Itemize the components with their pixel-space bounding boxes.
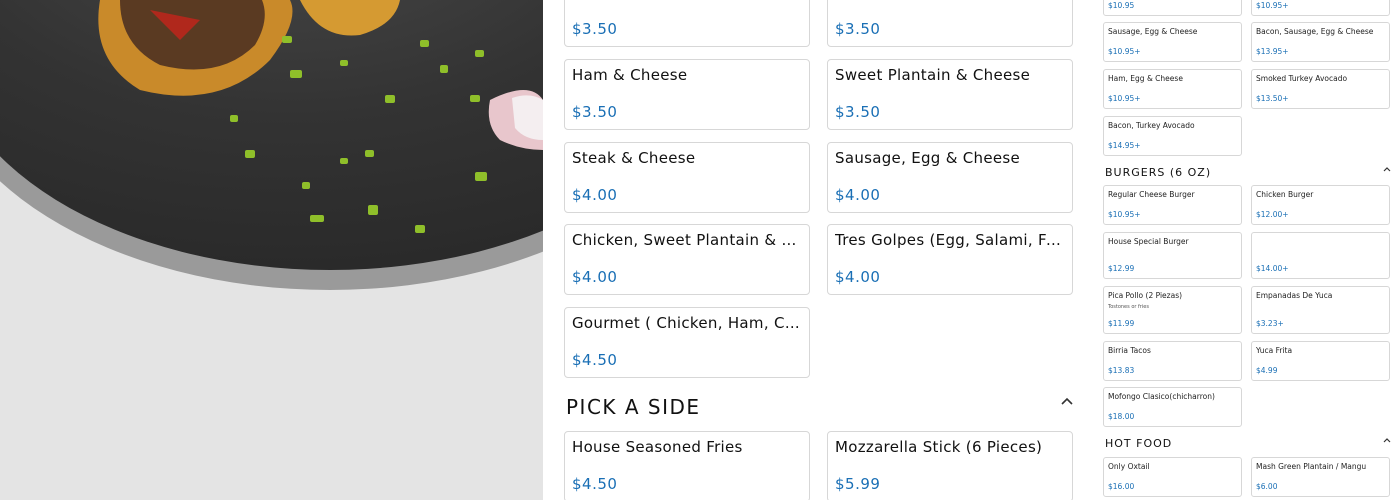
item-price: $3.23+ [1256, 319, 1284, 328]
item-name: Chicken Burger [1256, 190, 1314, 199]
menu-item-card[interactable]: Yuca Frita $4.99 [1251, 341, 1390, 381]
item-name: Tres Golpes (Egg, Salami, Fried Cheese) [835, 231, 1066, 249]
item-price: $18.00 [1108, 412, 1135, 421]
item-price: $12.00+ [1256, 210, 1289, 219]
item-name: Pica Pollo (2 Piezas) [1108, 291, 1183, 300]
section-title-burgers: BURGERS (6 OZ) [1105, 166, 1212, 179]
item-name: Chicken, Sweet Plantain & Cheese [572, 231, 803, 249]
item-name: Birria Tacos [1108, 346, 1151, 355]
item-price: $10.95 [1108, 1, 1135, 10]
menu-item-card[interactable]: $3.50 [564, 0, 810, 47]
item-name: Mozzarella Stick (6 Pieces) [835, 438, 1043, 456]
menu-item-card[interactable]: Smoked Turkey Avocado $13.50+ [1251, 69, 1390, 109]
item-price: $4.00 [835, 186, 881, 204]
item-price: $3.50 [835, 20, 881, 38]
item-price: $3.50 [835, 103, 881, 121]
food-photo-image [0, 0, 543, 500]
menu-item-card[interactable]: Mofongo Clasico(chicharron) $18.00 [1103, 387, 1242, 427]
menu-item-card[interactable]: $14.00+ [1251, 232, 1390, 279]
item-name: Yuca Frita [1256, 346, 1293, 355]
menu-item-card[interactable]: Bacon, Sausage, Egg & Cheese $13.95+ [1251, 22, 1390, 62]
item-price: $16.00 [1108, 482, 1135, 491]
item-price: $13.95+ [1256, 47, 1289, 56]
menu-item-card[interactable]: Empanadas De Yuca $3.23+ [1251, 286, 1390, 334]
item-price: $4.99 [1256, 366, 1278, 375]
item-price: $14.00+ [1256, 264, 1289, 273]
section-title-hot-food: HOT FOOD [1105, 437, 1173, 450]
item-name: Sausage, Egg & Cheese [835, 149, 1021, 167]
item-name: Sausage, Egg & Cheese [1108, 27, 1198, 36]
item-name: Smoked Turkey Avocado [1256, 74, 1348, 83]
item-price: $4.50 [572, 351, 618, 369]
item-price: $10.95+ [1256, 1, 1289, 10]
item-price: $4.00 [835, 268, 881, 286]
item-price: $4.00 [572, 268, 618, 286]
item-price: $3.50 [572, 103, 618, 121]
item-name: Bacon, Turkey Avocado [1108, 121, 1195, 130]
menu-item-card[interactable]: Birria Tacos $13.83 [1103, 341, 1242, 381]
item-price: $12.99 [1108, 264, 1135, 273]
menu-item-card[interactable]: Chicken, Sweet Plantain & Cheese $4.00 [564, 224, 810, 295]
menu-item-card[interactable]: House Seasoned Fries $4.50 [564, 431, 810, 500]
item-name: Regular Cheese Burger [1108, 190, 1195, 199]
menu-item-card[interactable]: Sweet Plantain & Cheese $3.50 [827, 59, 1073, 130]
item-price: $4.00 [572, 186, 618, 204]
chevron-up-icon[interactable] [1383, 166, 1391, 173]
item-name: Mofongo Clasico(chicharron) [1108, 392, 1215, 401]
item-name: Ham, Egg & Cheese [1108, 74, 1183, 83]
chevron-up-icon[interactable] [1383, 437, 1391, 444]
menu-item-card[interactable]: Sausage, Egg & Cheese $4.00 [827, 142, 1073, 213]
item-price: $5.99 [835, 475, 881, 493]
item-name: Ham & Cheese [572, 66, 688, 84]
item-price: $4.50 [572, 475, 618, 493]
menu-item-card[interactable]: House Special Burger $12.99 [1103, 232, 1242, 279]
menu-item-card[interactable]: Only Oxtail $16.00 [1103, 457, 1242, 497]
item-name: Only Oxtail [1108, 462, 1150, 471]
menu-item-card[interactable]: Gourmet ( Chicken, Ham, Corn & Cheese) $… [564, 307, 810, 378]
item-price: $11.99 [1108, 319, 1135, 328]
item-price: $14.95+ [1108, 141, 1141, 150]
item-name: Steak & Cheese [572, 149, 696, 167]
menu-page: $3.50 $3.50 Ham & Cheese $3.50 Sweet Pla… [0, 0, 1400, 500]
item-name: Bacon, Sausage, Egg & Cheese [1256, 27, 1374, 36]
item-price: $10.95+ [1108, 47, 1141, 56]
menu-item-card[interactable]: $3.50 [827, 0, 1073, 47]
item-description: Tostones or fries [1108, 304, 1149, 310]
item-price: $3.50 [572, 20, 618, 38]
menu-item-card[interactable]: $10.95 [1103, 0, 1242, 16]
menu-item-card[interactable]: Bacon, Turkey Avocado $14.95+ [1103, 116, 1242, 156]
item-name: Mash Green Plantain / Mangu [1256, 462, 1367, 471]
food-photo [0, 0, 543, 500]
menu-item-card[interactable]: Steak & Cheese $4.00 [564, 142, 810, 213]
menu-item-card[interactable]: Mash Green Plantain / Mangu $6.00 [1251, 457, 1390, 497]
chevron-up-icon[interactable] [1061, 396, 1073, 406]
menu-item-card[interactable]: Ham & Cheese $3.50 [564, 59, 810, 130]
menu-item-card[interactable]: Sausage, Egg & Cheese $10.95+ [1103, 22, 1242, 62]
menu-item-card[interactable]: Chicken Burger $12.00+ [1251, 185, 1390, 225]
menu-item-card[interactable]: $10.95+ [1251, 0, 1390, 16]
section-title-pick-a-side: PICK A SIDE [566, 395, 701, 419]
menu-right-column: $10.95 $10.95+ Sausage, Egg & Cheese $10… [1098, 0, 1400, 500]
menu-item-card[interactable]: Mozzarella Stick (6 Pieces) $5.99 [827, 431, 1073, 500]
menu-item-card[interactable]: Ham, Egg & Cheese $10.95+ [1103, 69, 1242, 109]
item-name: House Seasoned Fries [572, 438, 743, 456]
menu-item-card[interactable]: Pica Pollo (2 Piezas) Tostones or fries … [1103, 286, 1242, 334]
menu-middle-column: $3.50 $3.50 Ham & Cheese $3.50 Sweet Pla… [543, 0, 1098, 500]
menu-item-card[interactable]: Tres Golpes (Egg, Salami, Fried Cheese) … [827, 224, 1073, 295]
menu-item-card[interactable]: Regular Cheese Burger $10.95+ [1103, 185, 1242, 225]
item-price: $13.83 [1108, 366, 1135, 375]
item-name: House Special Burger [1108, 237, 1189, 246]
item-name: Empanadas De Yuca [1256, 291, 1333, 300]
item-price: $10.95+ [1108, 210, 1141, 219]
item-name: Sweet Plantain & Cheese [835, 66, 1031, 84]
item-price: $6.00 [1256, 482, 1278, 491]
item-price: $10.95+ [1108, 94, 1141, 103]
item-name: Gourmet ( Chicken, Ham, Corn & Cheese) [572, 314, 803, 332]
item-price: $13.50+ [1256, 94, 1289, 103]
